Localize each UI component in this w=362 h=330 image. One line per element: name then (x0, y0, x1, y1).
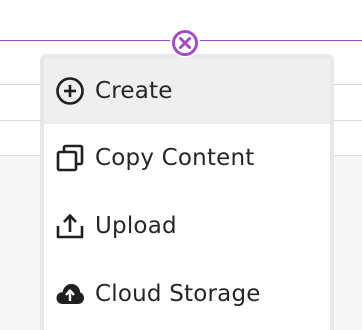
cloud-upload-icon (54, 278, 86, 310)
menu-item-copy-content[interactable]: Copy Content (44, 124, 330, 192)
add-content-menu: Create Copy Content Upload Cloud Storage (40, 54, 334, 330)
menu-item-upload[interactable]: Upload (44, 192, 330, 260)
page: Create Copy Content Upload Cloud Storage (0, 0, 362, 330)
upload-icon (54, 210, 86, 242)
menu-item-create[interactable]: Create (44, 58, 330, 124)
menu-item-label: Create (95, 78, 173, 104)
add-circle-icon (54, 75, 86, 107)
copy-icon (54, 142, 86, 174)
close-circle-icon (172, 30, 198, 56)
menu-item-label: Cloud Storage (95, 281, 261, 307)
menu-item-label: Upload (95, 213, 177, 239)
menu-item-cloud-storage[interactable]: Cloud Storage (44, 260, 330, 328)
close-menu-button[interactable] (170, 28, 200, 58)
menu-item-label: Copy Content (95, 145, 255, 171)
